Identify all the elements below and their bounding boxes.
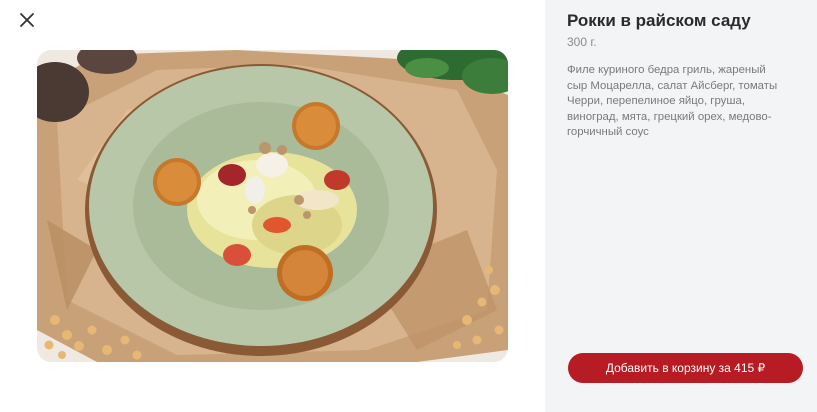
add-to-cart-label: Добавить в корзину за 415 ₽	[605, 361, 766, 375]
add-to-cart-button[interactable]: Добавить в корзину за 415 ₽	[568, 353, 803, 383]
close-icon[interactable]	[16, 9, 38, 31]
dish-photo	[37, 50, 508, 362]
product-description: Филе куриного бедра гриль, жареный сыр М…	[567, 64, 778, 139]
product-weight: 300 г.	[567, 35, 597, 49]
product-details-pane	[545, 0, 817, 412]
product-title: Рокки в райском саду	[567, 11, 751, 30]
modal-image-pane	[0, 0, 545, 412]
